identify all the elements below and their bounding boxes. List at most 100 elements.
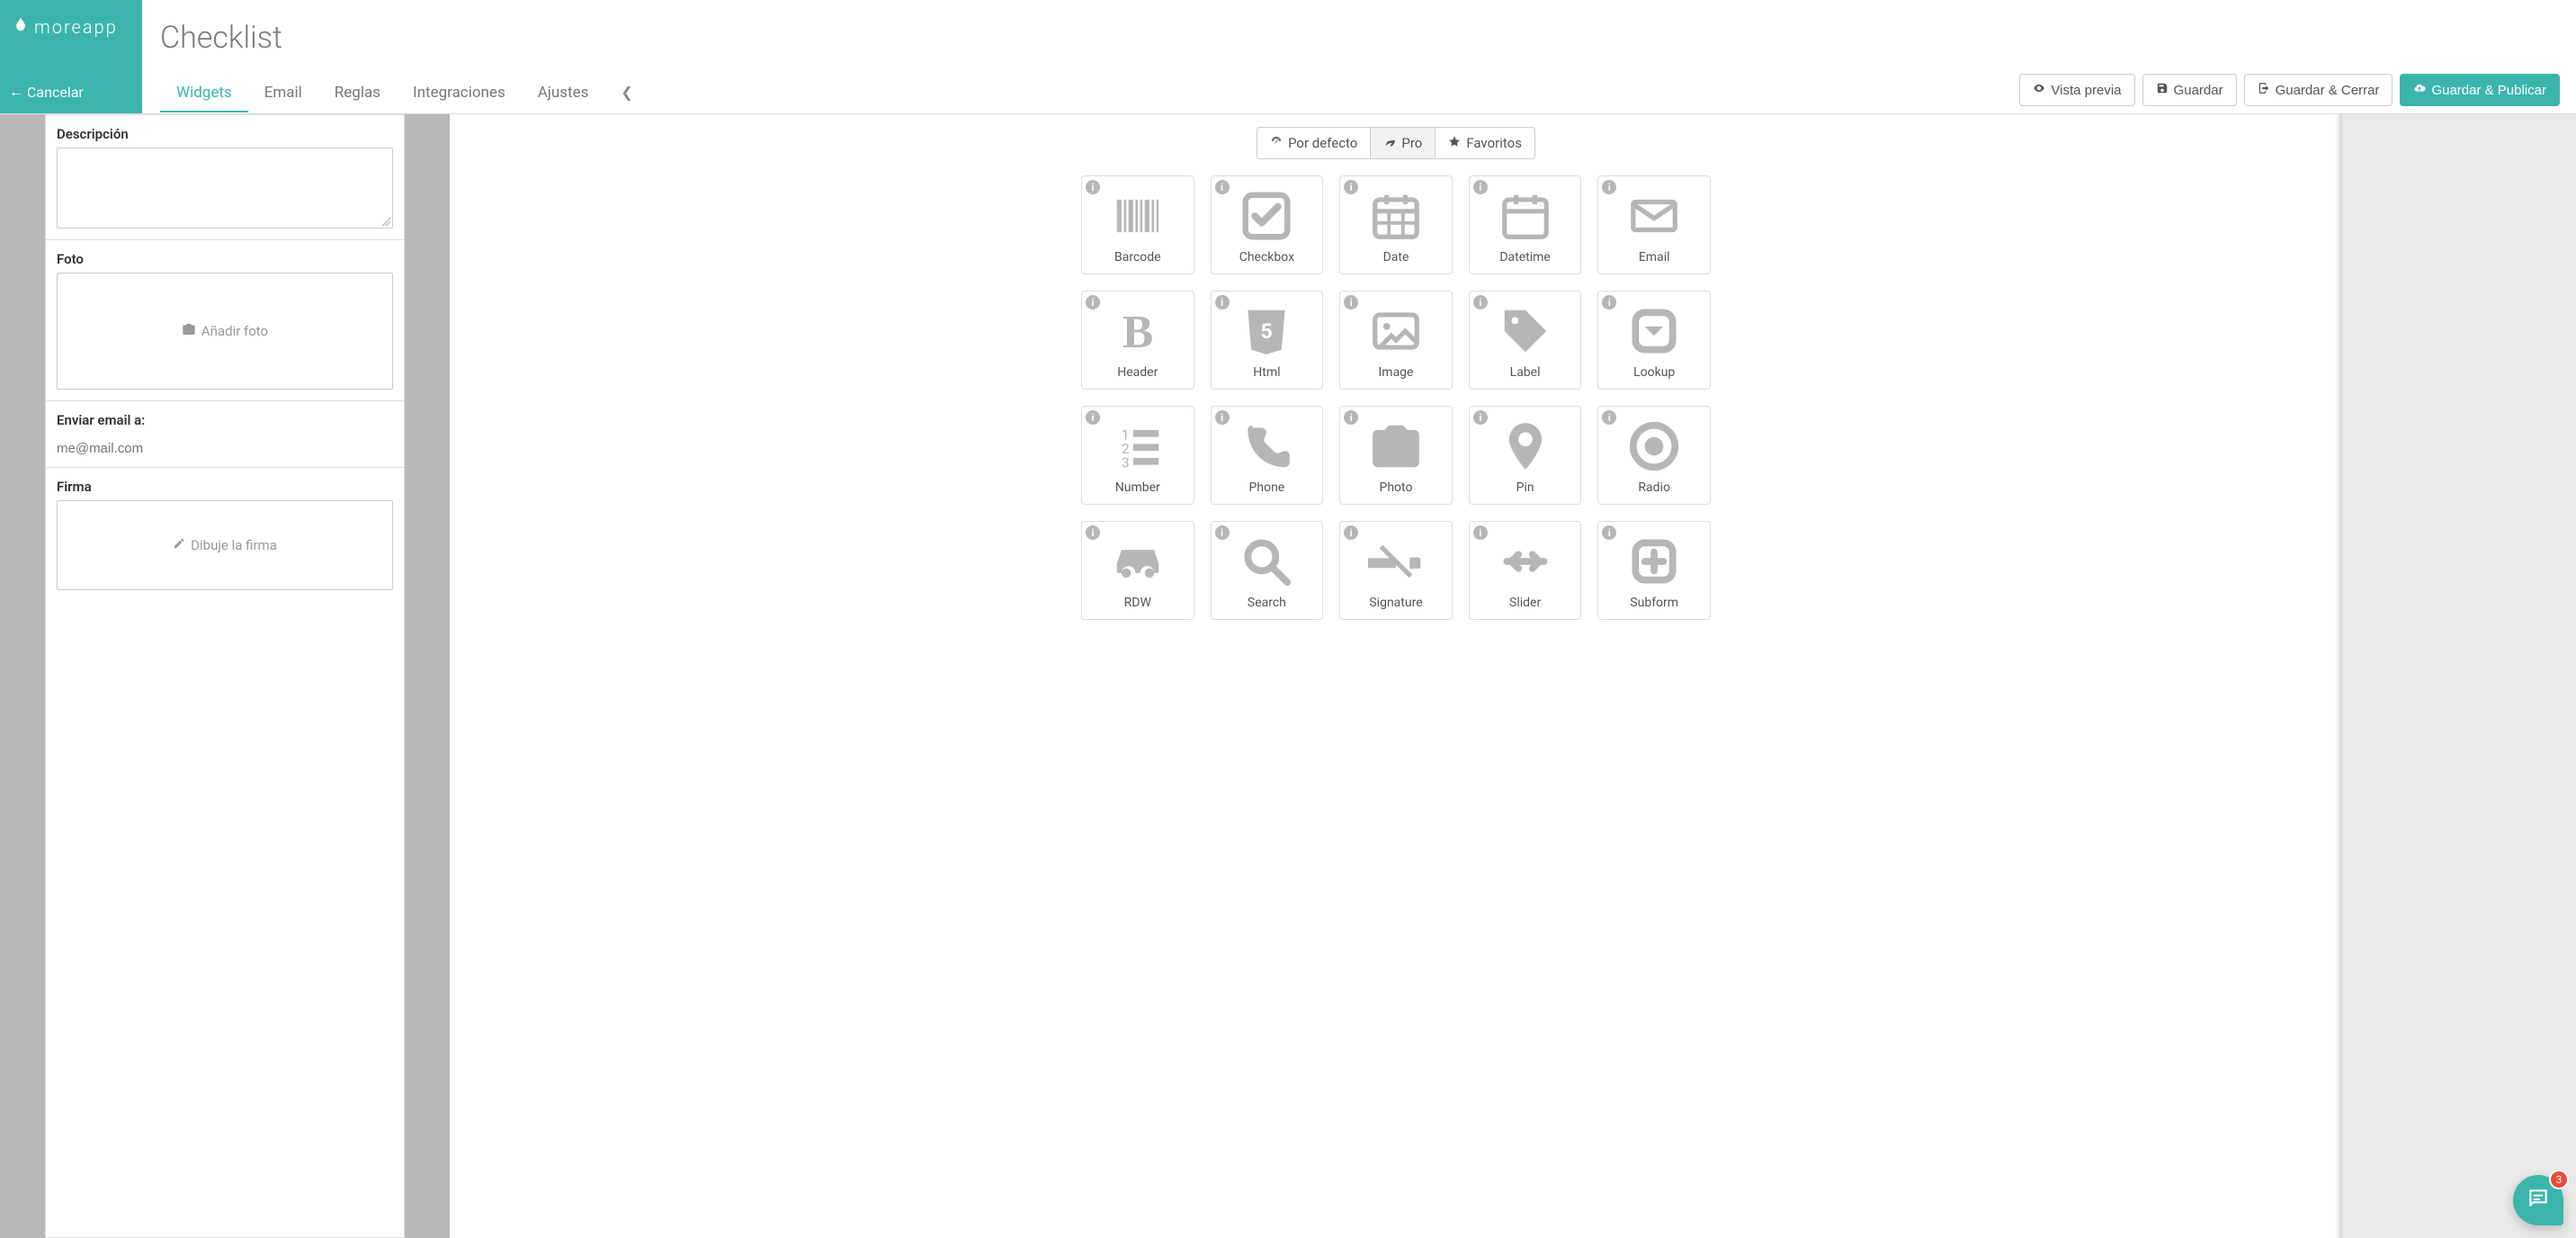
- slider-icon: [1494, 534, 1557, 588]
- email-input[interactable]: [57, 434, 393, 456]
- firma-dropzone[interactable]: Dibuje la firma: [57, 500, 393, 590]
- foto-dropzone[interactable]: Añadir foto: [57, 273, 393, 390]
- info-icon[interactable]: i: [1086, 295, 1100, 310]
- chat-badge: 3: [2549, 1170, 2569, 1189]
- save-label: Guardar: [2174, 83, 2223, 98]
- save-publish-button[interactable]: Guardar & Publicar: [2400, 74, 2560, 106]
- widget-card-image[interactable]: iImage: [1339, 291, 1453, 390]
- widget-label: Email: [1639, 250, 1670, 265]
- info-icon[interactable]: i: [1473, 410, 1488, 425]
- widget-label: Subform: [1630, 596, 1678, 610]
- field-firma[interactable]: Firma Dibuje la firma: [46, 467, 404, 601]
- gallery-tab-pro-label: Pro: [1401, 135, 1422, 151]
- save-close-button[interactable]: Guardar & Cerrar: [2244, 74, 2393, 106]
- foto-placeholder-text: Añadir foto: [201, 323, 268, 339]
- widget-label: RDW: [1124, 596, 1151, 610]
- lookup-icon: [1623, 304, 1686, 358]
- eye-icon: [2033, 82, 2045, 98]
- header-right: Checklist Widgets Email Reglas Integraci…: [142, 0, 2576, 113]
- widget-card-pin[interactable]: iPin: [1469, 406, 1582, 505]
- widget-card-search[interactable]: iSearch: [1211, 521, 1324, 620]
- save-close-label: Guardar & Cerrar: [2276, 83, 2380, 98]
- info-icon[interactable]: i: [1602, 295, 1616, 310]
- info-icon[interactable]: i: [1086, 180, 1100, 194]
- widget-card-rdw[interactable]: i RDW: [1081, 521, 1194, 620]
- widget-label: Photo: [1380, 480, 1413, 495]
- preview-button[interactable]: Vista previa: [2019, 74, 2134, 106]
- tabs-collapse-toggle[interactable]: ❮: [604, 75, 648, 112]
- widget-label: Barcode: [1114, 250, 1161, 265]
- tab-integrations[interactable]: Integraciones: [397, 75, 522, 112]
- info-icon[interactable]: i: [1473, 180, 1488, 194]
- info-icon[interactable]: i: [1215, 525, 1230, 540]
- widget-card-date[interactable]: iDate: [1339, 175, 1453, 274]
- widget-label: Header: [1117, 365, 1158, 380]
- widget-card-radio[interactable]: iRadio: [1597, 406, 1711, 505]
- leaf-icon: [13, 17, 29, 38]
- widget-card-phone[interactable]: iPhone: [1211, 406, 1324, 505]
- widget-card-signature[interactable]: iSignature: [1339, 521, 1453, 620]
- widget-label: Checkbox: [1239, 250, 1294, 265]
- top-header: moreapp ← Cancelar Checklist Widgets Ema…: [0, 0, 2576, 114]
- info-icon[interactable]: i: [1086, 410, 1100, 425]
- info-icon[interactable]: i: [1473, 295, 1488, 310]
- field-descripcion[interactable]: Descripción: [46, 115, 404, 239]
- widget-card-barcode[interactable]: i Barcode: [1081, 175, 1194, 274]
- widget-card-slider[interactable]: iSlider: [1469, 521, 1582, 620]
- field-email[interactable]: Enviar email a:: [46, 400, 404, 467]
- info-icon[interactable]: i: [1215, 295, 1230, 310]
- cancel-button[interactable]: ← Cancelar: [0, 83, 142, 113]
- info-icon[interactable]: i: [1215, 180, 1230, 194]
- gallery-tab-favorites[interactable]: Favoritos: [1436, 128, 1534, 158]
- date-icon: [1364, 189, 1427, 243]
- info-icon[interactable]: i: [1344, 295, 1358, 310]
- widget-card-html[interactable]: i Html: [1211, 291, 1324, 390]
- tab-rules[interactable]: Reglas: [318, 75, 397, 112]
- widget-card-checkbox[interactable]: i Checkbox: [1211, 175, 1324, 274]
- info-icon[interactable]: i: [1344, 525, 1358, 540]
- email-label: Enviar email a:: [57, 412, 393, 428]
- cancel-label: Cancelar: [27, 84, 84, 101]
- info-icon[interactable]: i: [1215, 410, 1230, 425]
- widget-card-photo[interactable]: i Photo: [1339, 406, 1453, 505]
- gallery-tab-default[interactable]: Por defecto: [1257, 128, 1371, 158]
- info-icon[interactable]: i: [1086, 525, 1100, 540]
- widget-label: Html: [1253, 365, 1280, 380]
- widget-gallery: Por defecto Pro Favoritos: [450, 114, 2342, 1238]
- chevron-left-icon: ❮: [621, 84, 632, 101]
- brand-logo[interactable]: moreapp: [0, 0, 142, 38]
- save-publish-label: Guardar & Publicar: [2431, 83, 2546, 98]
- gallery-tab-favorites-label: Favoritos: [1466, 135, 1522, 151]
- info-icon[interactable]: i: [1602, 525, 1616, 540]
- widget-card-lookup[interactable]: iLookup: [1597, 291, 1711, 390]
- widget-card-number[interactable]: iNumber: [1081, 406, 1194, 505]
- camera-icon: [182, 322, 196, 340]
- widget-card-subform[interactable]: i Subform: [1597, 521, 1711, 620]
- chat-fab[interactable]: 3: [2513, 1175, 2563, 1225]
- photo-icon: [1364, 419, 1427, 473]
- tab-email[interactable]: Email: [248, 75, 318, 112]
- gallery-tab-pro[interactable]: Pro: [1371, 128, 1436, 158]
- info-icon[interactable]: i: [1344, 180, 1358, 194]
- info-icon[interactable]: i: [1344, 410, 1358, 425]
- arrow-left-icon: ←: [9, 83, 23, 101]
- html-icon: [1235, 304, 1298, 358]
- firma-placeholder-text: Dibuje la firma: [191, 537, 277, 553]
- tab-widgets[interactable]: Widgets: [160, 75, 248, 112]
- dashboard-icon: [1270, 135, 1283, 151]
- widget-card-email[interactable]: i Email: [1597, 175, 1711, 274]
- descripcion-textarea[interactable]: [57, 148, 393, 229]
- phone-icon: [1235, 419, 1298, 473]
- info-icon[interactable]: i: [1602, 180, 1616, 194]
- tab-settings[interactable]: Ajustes: [522, 75, 605, 112]
- widget-card-datetime[interactable]: iDatetime: [1469, 175, 1582, 274]
- field-foto[interactable]: Foto Añadir foto: [46, 239, 404, 400]
- widget-card-header[interactable]: i Header: [1081, 291, 1194, 390]
- info-icon[interactable]: i: [1473, 525, 1488, 540]
- info-icon[interactable]: i: [1602, 410, 1616, 425]
- save-button[interactable]: Guardar: [2142, 74, 2237, 106]
- datetime-icon: [1494, 189, 1557, 243]
- widget-card-label[interactable]: iLabel: [1469, 291, 1582, 390]
- form-panel: Descripción Foto Añadir foto Env: [45, 114, 405, 1238]
- leaf-icon: [1383, 135, 1396, 151]
